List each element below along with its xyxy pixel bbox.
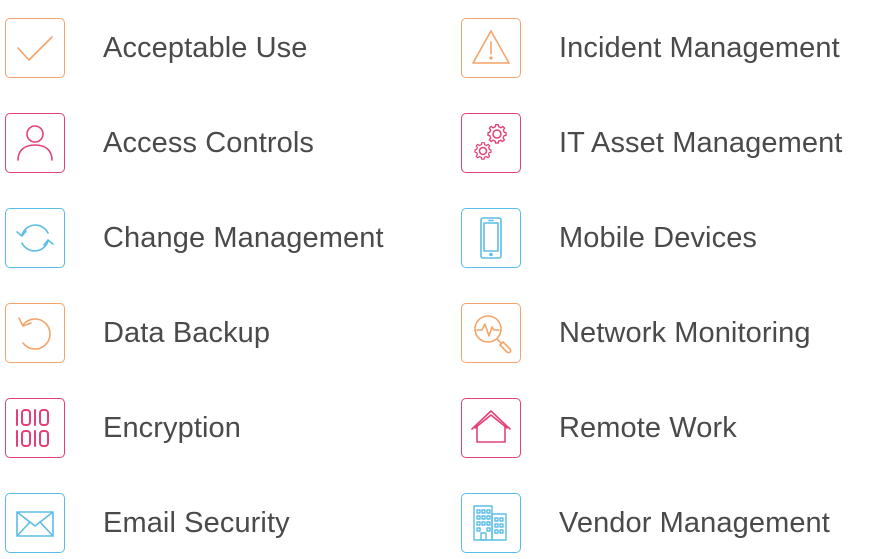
policy-item-email-security: Email Security xyxy=(5,492,290,554)
phone-icon xyxy=(461,208,521,268)
policy-label: Mobile Devices xyxy=(559,221,758,254)
undo-icon xyxy=(5,303,65,363)
policy-label: IT Asset Management xyxy=(559,126,843,159)
envelope-icon xyxy=(5,493,65,553)
policy-label: Incident Management xyxy=(559,31,840,64)
user-icon xyxy=(5,113,65,173)
refresh-icon xyxy=(5,208,65,268)
policy-item-change-management: Change Management xyxy=(5,207,384,269)
policy-item-it-asset-management: IT Asset Management xyxy=(461,112,842,174)
gears-icon xyxy=(461,113,521,173)
policy-item-network-monitoring: Network Monitoring xyxy=(461,302,811,364)
policy-item-data-backup: Data Backup xyxy=(5,302,270,364)
policy-item-mobile-devices: Mobile Devices xyxy=(461,207,757,269)
warning-icon xyxy=(461,18,521,78)
policy-label: Email Security xyxy=(103,506,290,539)
policy-label: Encryption xyxy=(103,411,242,444)
policy-label: Data Backup xyxy=(103,316,271,349)
policy-item-vendor-management: Vendor Management xyxy=(461,492,830,554)
policy-item-remote-work: Remote Work xyxy=(461,397,737,459)
checkmark-icon xyxy=(5,18,65,78)
policy-label: Acceptable Use xyxy=(103,31,308,64)
policy-label: Change Management xyxy=(103,221,384,254)
policy-item-incident-management: Incident Management xyxy=(461,17,840,79)
house-icon xyxy=(461,398,521,458)
buildings-icon xyxy=(461,493,521,553)
policy-item-acceptable-use: Acceptable Use xyxy=(5,17,308,79)
policy-label: Access Controls xyxy=(103,126,315,159)
policy-list: Acceptable Use Access Controls Change Ma… xyxy=(0,0,873,559)
policy-label: Remote Work xyxy=(559,411,737,444)
monitor-search-icon xyxy=(461,303,521,363)
policy-label: Network Monitoring xyxy=(559,316,811,349)
policy-label: Vendor Management xyxy=(559,506,830,539)
binary-icon xyxy=(5,398,65,458)
policy-item-encryption: Encryption xyxy=(5,397,241,459)
policy-item-access-controls: Access Controls xyxy=(5,112,314,174)
